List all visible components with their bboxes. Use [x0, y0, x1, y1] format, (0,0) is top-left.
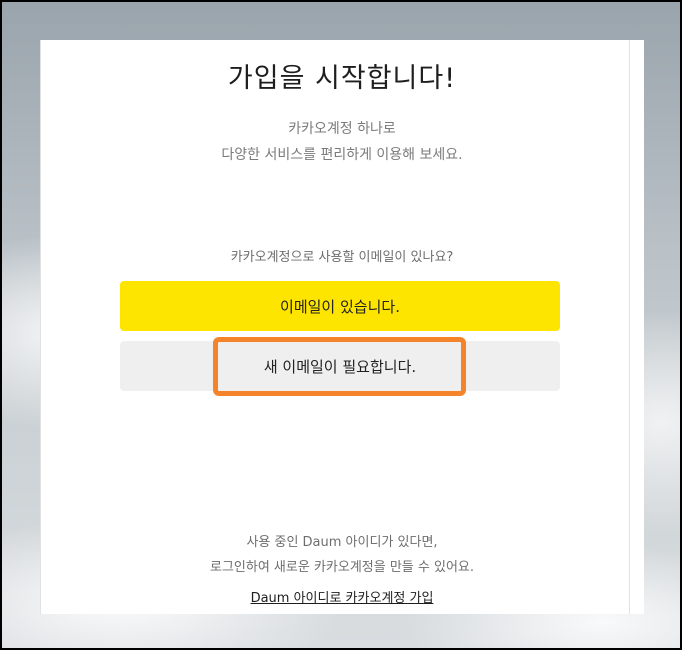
- page-subtitle: 카카오계정 하나로 다양한 서비스를 편리하게 이용해 보세요.: [40, 116, 644, 168]
- need-new-email-button[interactable]: 새 이메일이 필요합니다.: [120, 341, 560, 391]
- footer-link-container: Daum 아이디로 카카오계정 가입: [40, 587, 644, 606]
- footer-line-2: 로그인하여 새로운 카카오계정을 만들 수 있어요.: [210, 560, 474, 575]
- signup-card: 가입을 시작합니다! 카카오계정 하나로 다양한 서비스를 편리하게 이용해 보…: [40, 40, 644, 614]
- browser-viewport: 가입을 시작합니다! 카카오계정 하나로 다양한 서비스를 편리하게 이용해 보…: [0, 0, 682, 650]
- footer-line-1: 사용 중인 Daum 아이디가 있다면,: [246, 535, 438, 550]
- have-email-button[interactable]: 이메일이 있습니다.: [120, 281, 560, 331]
- page-title: 가입을 시작합니다!: [227, 63, 457, 94]
- email-question: 카카오계정으로 사용할 이메일이 있나요?: [230, 250, 454, 265]
- subtitle-line-2: 다양한 서비스를 편리하게 이용해 보세요.: [221, 147, 463, 163]
- subtitle-line-1: 카카오계정 하나로: [288, 121, 396, 137]
- footer-info: 사용 중인 Daum 아이디가 있다면, 로그인하여 새로운 카카오계정을 만들…: [40, 530, 644, 580]
- daum-id-signup-link[interactable]: Daum 아이디로 카카오계정 가입: [251, 591, 434, 606]
